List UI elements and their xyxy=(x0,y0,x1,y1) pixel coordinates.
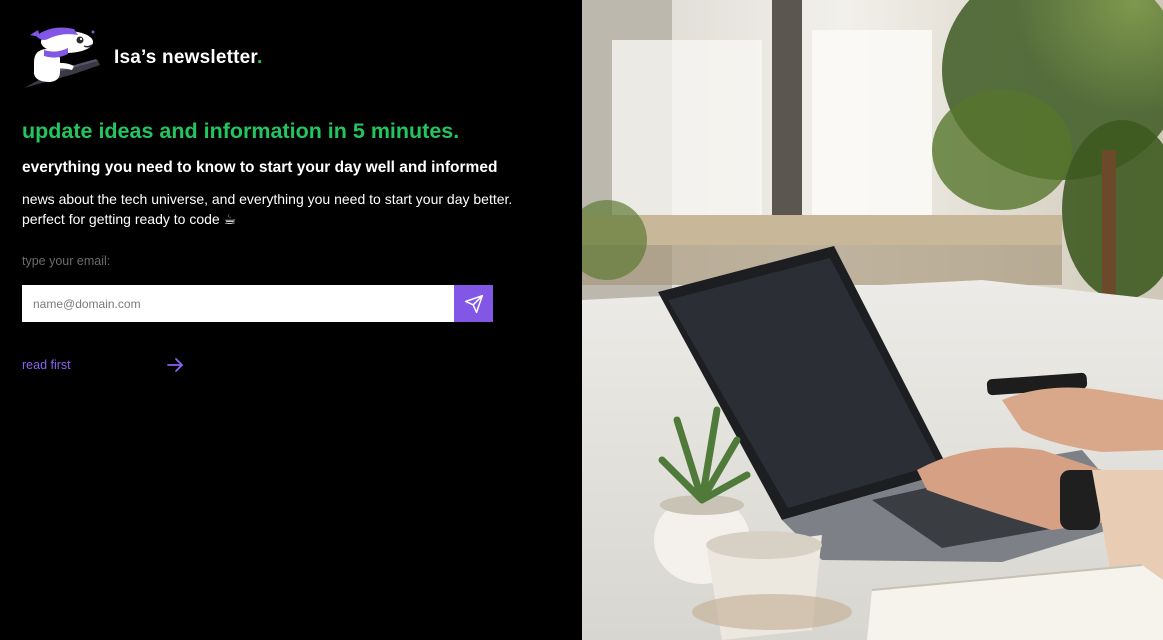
description-line-1: news about the tech universe, and everyt… xyxy=(22,191,513,207)
signup-form xyxy=(22,285,493,322)
subscribe-button[interactable] xyxy=(454,285,493,322)
hero-image xyxy=(582,0,1163,640)
email-label: type your email: xyxy=(22,254,111,268)
read-first-link[interactable]: read first xyxy=(22,357,184,373)
brand: Isa’s newsletter. xyxy=(22,26,262,90)
arrow-right-icon xyxy=(167,358,183,372)
paper-plane-icon xyxy=(464,294,483,313)
subheadline: everything you need to know to start you… xyxy=(22,159,498,176)
brand-name: Isa’s newsletter. xyxy=(114,47,263,68)
description: news about the tech universe, and everyt… xyxy=(22,189,567,229)
description-line-2: perfect for getting ready to code ☕ xyxy=(22,211,237,227)
headline: update ideas and information in 5 minute… xyxy=(22,119,460,143)
read-first-label: read first xyxy=(22,358,71,372)
mascot-at-laptop-icon xyxy=(24,27,100,88)
signup-panel: Isa’s newsletter. update ideas and infor… xyxy=(0,0,582,640)
brand-dot: . xyxy=(256,47,263,68)
email-field[interactable] xyxy=(22,285,454,322)
newsletter-page: Isa’s newsletter. update ideas and infor… xyxy=(0,0,1163,640)
laptop-workspace-photo xyxy=(582,0,1163,640)
